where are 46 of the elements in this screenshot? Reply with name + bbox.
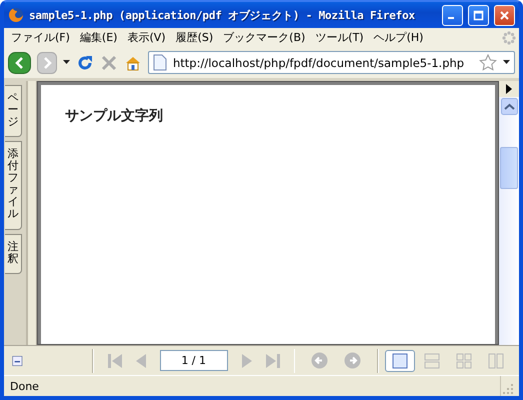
facing-pages-icon (488, 352, 504, 369)
minimize-button[interactable] (442, 4, 463, 26)
stop-icon[interactable] (100, 54, 118, 72)
dropdown-icon[interactable] (503, 60, 510, 66)
firefox-icon (8, 7, 24, 23)
status-text: Done (10, 380, 40, 393)
back-button[interactable] (8, 52, 31, 74)
page-number-field[interactable]: 1 / 1 (160, 350, 228, 372)
menu-item[interactable]: 履歴(S) (170, 28, 218, 48)
star-icon[interactable] (479, 54, 497, 72)
reload-icon[interactable] (76, 54, 94, 72)
document-text: サンプル文字列 (65, 106, 164, 125)
first-page-icon[interactable] (108, 354, 122, 368)
side-tab[interactable]: ページ (5, 84, 22, 137)
continuous-pages-icon (424, 352, 440, 369)
view-mode-button[interactable] (385, 350, 416, 372)
menu-item[interactable]: 編集(E) (74, 28, 122, 48)
side-tab[interactable]: 注釈 (5, 234, 22, 274)
menu-item[interactable]: 表示(V) (122, 28, 171, 48)
scroll-up-button[interactable] (500, 98, 518, 115)
previous-page-icon[interactable] (136, 354, 146, 368)
forward-circle-icon[interactable] (344, 352, 362, 370)
minimize-icon (448, 17, 454, 19)
last-page-icon[interactable] (266, 354, 280, 368)
maximize-icon (473, 10, 484, 20)
maximize-button[interactable] (468, 4, 489, 26)
address-field[interactable]: http://localhost/php/fpdf/document/sample5-1.php (148, 51, 515, 74)
back-circle-icon[interactable] (311, 352, 328, 370)
window-title: sample5-1.php (application/pdf オブジェクト) - Mozilla Firefox (29, 8, 416, 22)
menu-item[interactable]: ヘルプ(H) (368, 28, 428, 48)
menu-item[interactable]: ツール(T) (310, 28, 369, 48)
menu-item[interactable]: ブックマーク(B) (218, 28, 310, 48)
forward-button[interactable] (37, 52, 57, 74)
menu-item[interactable]: ファイル(F) (6, 28, 75, 48)
close-icon (499, 10, 510, 20)
next-page-icon[interactable] (242, 354, 252, 368)
resize-grip-icon[interactable] (501, 382, 515, 396)
dropdown-icon[interactable] (63, 60, 70, 66)
page-grid-icon (456, 352, 472, 369)
side-tab[interactable]: 添付ファイル (5, 141, 22, 230)
scrollbar-thumb[interactable] (500, 146, 518, 189)
splitter-handle[interactable] (28, 80, 37, 346)
single-page-icon (392, 352, 408, 369)
throbber-icon (501, 30, 517, 46)
close-button[interactable] (494, 4, 515, 26)
page-icon (153, 54, 167, 72)
